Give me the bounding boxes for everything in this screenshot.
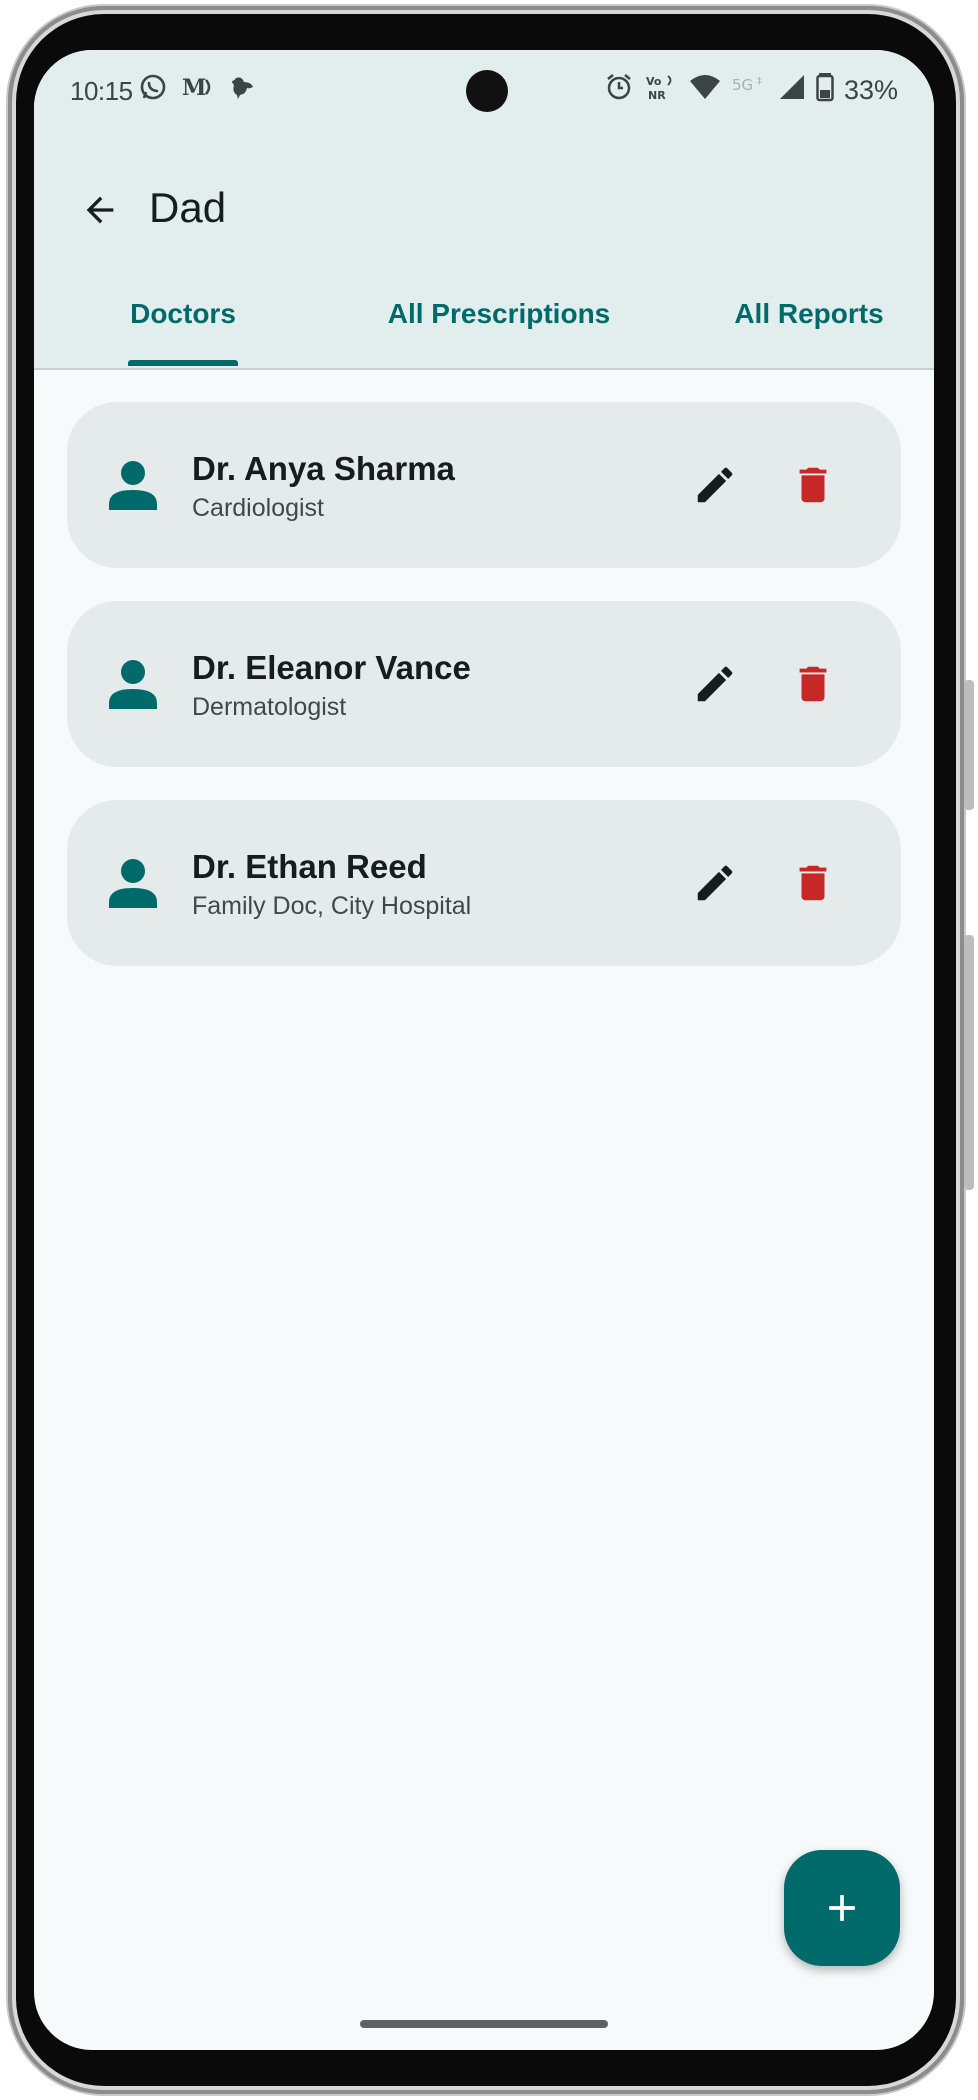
alarm-icon <box>604 72 634 109</box>
screen: 10:15 M Vo NR 5G ‡ 33% Dad Doctors All P… <box>34 50 934 2050</box>
tab-all-reports[interactable]: All Reports <box>694 298 924 366</box>
add-doctor-button[interactable] <box>784 1850 900 1966</box>
svg-text:5G: 5G <box>732 76 753 94</box>
trash-icon <box>799 666 827 702</box>
trash-icon <box>799 865 827 901</box>
battery-icon <box>816 72 834 109</box>
svg-text:NR: NR <box>648 89 666 102</box>
doctor-specialty: Cardiologist <box>192 494 325 522</box>
delete-button[interactable] <box>785 457 841 513</box>
battery-percent: 33% <box>843 75 898 105</box>
pencil-icon <box>697 666 733 702</box>
notification-icons: M <box>138 72 258 109</box>
page-title: Dad <box>149 184 227 231</box>
doctor-specialty: Family Doc, City Hospital <box>192 892 472 920</box>
pencil-icon <box>697 865 733 901</box>
doctor-name: Dr. Eleanor Vance <box>192 649 471 686</box>
person-icon <box>109 660 157 709</box>
app-bar: Dad <box>34 180 934 260</box>
system-status-icons: Vo NR 5G ‡ 33% <box>604 72 898 109</box>
tab-all-prescriptions[interactable]: All Prescriptions <box>334 298 664 366</box>
pencil-icon <box>697 467 733 503</box>
5g-icon: 5G ‡ <box>732 72 768 109</box>
status-time: 10:15 <box>70 76 133 106</box>
tab-label: All Prescriptions <box>387 298 611 329</box>
bird-icon <box>228 72 258 109</box>
front-camera <box>466 70 508 112</box>
person-icon <box>109 461 157 510</box>
edit-button[interactable] <box>687 656 743 712</box>
medium-icon: M <box>182 72 214 109</box>
svg-text:Vo: Vo <box>646 75 662 88</box>
tab-indicator <box>128 360 238 366</box>
power-button <box>964 935 974 1190</box>
svg-text:M: M <box>182 75 206 101</box>
delete-button[interactable] <box>785 656 841 712</box>
doctor-name: Dr. Anya Sharma <box>192 450 455 487</box>
edit-button[interactable] <box>687 855 743 911</box>
signal-icon <box>778 72 806 109</box>
tab-label: All Reports <box>734 298 884 329</box>
arrow-back-icon <box>86 196 114 224</box>
doctor-card[interactable]: Dr. Ethan Reed Family Doc, City Hospital <box>67 800 901 966</box>
plus-icon <box>829 1895 855 1921</box>
edit-button[interactable] <box>687 457 743 513</box>
volume-button <box>964 680 974 810</box>
doctor-specialty: Dermatologist <box>192 693 347 721</box>
whatsapp-icon <box>138 72 168 109</box>
person-icon <box>109 859 157 908</box>
doctor-card[interactable]: Dr. Eleanor Vance Dermatologist <box>67 601 901 767</box>
delete-button[interactable] <box>785 855 841 911</box>
doctor-name: Dr. Ethan Reed <box>192 848 427 885</box>
back-button[interactable] <box>70 180 130 240</box>
trash-icon <box>799 467 827 503</box>
wifi-icon <box>688 72 722 109</box>
vonr-icon: Vo NR <box>644 72 678 109</box>
tab-doctors[interactable]: Doctors <box>94 298 272 366</box>
svg-text:‡: ‡ <box>757 76 762 87</box>
home-indicator[interactable] <box>360 2020 608 2028</box>
doctor-card[interactable]: Dr. Anya Sharma Cardiologist <box>67 402 901 568</box>
tab-label: Doctors <box>130 298 236 329</box>
